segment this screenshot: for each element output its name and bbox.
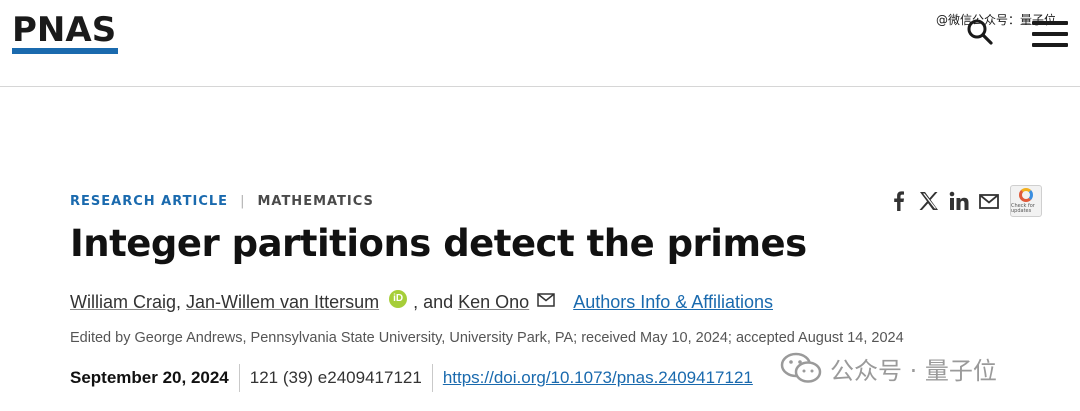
x-icon[interactable] [918,190,940,212]
site-header: PNAS @微信公众号：量子位 [0,0,1080,87]
meta-divider [238,364,240,392]
email-icon[interactable] [978,190,1000,212]
corresponding-author-email-icon[interactable] [537,293,555,307]
wechat-watermark: 公众号 · 量子位 [780,350,997,386]
author-link[interactable]: Jan-Willem van Ittersum [186,292,379,313]
author-conjunction: , and [413,291,454,312]
publication-meta: September 20, 2024 121 (39) e2409417121 … [70,364,753,392]
article-subject-row: RESEARCH ARTICLE | MATHEMATICS [70,192,374,210]
linkedin-icon[interactable] [948,190,970,212]
author-link[interactable]: Ken Ono [458,292,529,313]
editorial-history: Edited by George Andrews, Pennsylvania S… [70,330,904,346]
watermark-text: 公众号 · 量子位 [830,356,997,385]
author-separator: , [176,291,182,312]
publication-date: September 20, 2024 [70,368,229,387]
hamburger-menu-icon[interactable] [1030,20,1070,48]
crossmark-icon [1019,188,1033,202]
subject-label[interactable]: MATHEMATICS [257,194,373,209]
facebook-icon[interactable] [888,190,910,212]
orcid-icon[interactable]: iD [389,290,408,308]
wechat-icon [780,352,822,383]
meta-divider [431,364,433,392]
pnas-logo[interactable]: PNAS [12,10,116,50]
doi-link[interactable]: https://doi.org/10.1073/pnas.2409417121 [443,368,753,388]
check-for-updates-badge[interactable]: Check for updates [1010,185,1042,217]
author-link[interactable]: William Craig [70,292,176,313]
article-type-label[interactable]: RESEARCH ARTICLE [70,194,228,209]
check-updates-label: Check for updates [1011,203,1035,214]
article-title: Integer partitions detect the primes [70,222,807,265]
logo-underline [12,48,118,54]
subject-separator: | [240,193,246,209]
authors-info-affiliations-link[interactable]: Authors Info & Affiliations [573,292,773,313]
share-toolbar: Check for updates [888,185,1042,217]
search-icon[interactable] [966,18,994,46]
volume-issue: 121 (39) e2409417121 [249,368,422,387]
author-list: William Craig , Jan-Willem van Ittersum … [70,290,773,314]
